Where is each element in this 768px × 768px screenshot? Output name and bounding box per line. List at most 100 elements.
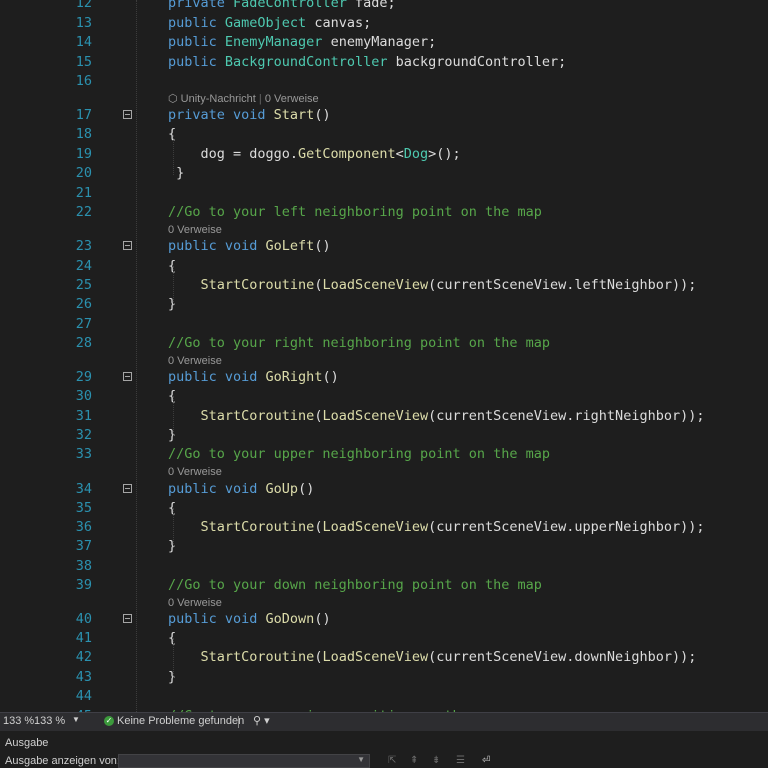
code-line[interactable]: 42 StartCoroutine(LoadSceneView(currentS… bbox=[0, 647, 768, 667]
toggle-word-wrap-icon[interactable]: ⏎ bbox=[482, 755, 490, 766]
code-text[interactable]: //Go to your right neighboring point on … bbox=[168, 333, 550, 353]
line-number: 16 bbox=[75, 73, 92, 89]
code-line[interactable]: 16 bbox=[0, 71, 768, 91]
code-line[interactable]: 13 public GameObject canvas; bbox=[0, 13, 768, 33]
next-message-icon[interactable]: ⇟ bbox=[432, 755, 440, 766]
code-line[interactable]: 37} bbox=[0, 536, 768, 556]
code-text[interactable]: private FadeController fade; bbox=[168, 0, 396, 13]
code-text[interactable]: StartCoroutine(LoadSceneView(currentScen… bbox=[168, 275, 697, 295]
code-line[interactable]: 24{ bbox=[0, 256, 768, 276]
collapse-block-icon[interactable] bbox=[123, 372, 132, 381]
code-line[interactable]: 20 } bbox=[0, 163, 768, 183]
code-line[interactable]: 41{ bbox=[0, 628, 768, 648]
zoom-level-left[interactable]: 133 % bbox=[3, 715, 34, 727]
show-output-from-label: Ausgabe anzeigen von: bbox=[5, 755, 120, 767]
output-source-select[interactable]: ▼ bbox=[118, 754, 370, 768]
code-text[interactable]: StartCoroutine(LoadSceneView(currentScen… bbox=[168, 406, 705, 426]
code-text[interactable]: public void GoUp() bbox=[168, 479, 314, 499]
code-text[interactable]: public void GoLeft() bbox=[168, 236, 331, 256]
issues-status[interactable]: Keine Probleme gefunden bbox=[117, 715, 244, 727]
code-line[interactable]: 44 bbox=[0, 686, 768, 706]
code-token: () bbox=[322, 369, 339, 385]
line-number: 34 bbox=[75, 481, 92, 497]
code-line[interactable]: 28 //Go to your right neighboring point o… bbox=[0, 333, 768, 353]
codelens-hint[interactable]: ⬡ Unity-Nachricht | 0 Verweise bbox=[168, 92, 319, 106]
code-token: fade; bbox=[346, 0, 396, 11]
code-line[interactable]: 26} bbox=[0, 294, 768, 314]
code-text[interactable]: //Go to your down neighboring point on t… bbox=[168, 575, 542, 595]
code-token: public bbox=[168, 15, 225, 31]
code-text[interactable]: StartCoroutine(LoadSceneView(currentScen… bbox=[168, 517, 705, 537]
code-line[interactable]: 14 public EnemyManager enemyManager; bbox=[0, 32, 768, 52]
code-text[interactable]: } bbox=[168, 163, 184, 183]
chevron-down-icon[interactable]: ▼ bbox=[357, 755, 365, 764]
references-link[interactable]: 0 Verweise bbox=[168, 597, 222, 609]
codelens-hint[interactable]: 0 Verweise bbox=[168, 465, 222, 479]
code-line[interactable]: 36 StartCoroutine(LoadSceneView(currentS… bbox=[0, 517, 768, 537]
references-link[interactable]: 0 Verweise bbox=[168, 224, 222, 236]
code-token: Start bbox=[273, 107, 315, 123]
code-line[interactable]: 38 bbox=[0, 556, 768, 576]
code-token: //Go to your right neighboring point on … bbox=[168, 335, 551, 351]
code-token: () bbox=[314, 611, 331, 627]
zoom-level-dropdown[interactable]: 133 % bbox=[34, 715, 65, 727]
code-line[interactable]: 15 public BackgroundController background… bbox=[0, 52, 768, 72]
indent-guide-goleft bbox=[173, 266, 174, 306]
code-line[interactable]: 40 public void GoDown() bbox=[0, 609, 768, 629]
code-text[interactable]: public GameObject canvas; bbox=[168, 13, 371, 33]
line-number: 27 bbox=[75, 316, 92, 332]
references-link[interactable]: 0 Verweise bbox=[168, 355, 222, 367]
codelens-hint[interactable]: 0 Verweise bbox=[168, 223, 222, 237]
previous-message-icon[interactable]: ⇞ bbox=[410, 755, 418, 766]
code-line[interactable]: 17 private void Start() bbox=[0, 105, 768, 125]
code-line[interactable]: 19 dog = doggo.GetComponent<Dog>(); bbox=[0, 144, 768, 164]
code-token: LoadSceneView bbox=[322, 649, 429, 665]
code-token: void bbox=[233, 107, 274, 123]
code-text[interactable]: //Go to your left neighboring point on t… bbox=[168, 202, 542, 222]
code-token: backgroundController; bbox=[387, 54, 567, 70]
code-text[interactable]: //Go to your upper neighboring point on … bbox=[168, 444, 550, 464]
collapse-block-icon[interactable] bbox=[123, 484, 132, 493]
code-line[interactable]: 35{ bbox=[0, 498, 768, 518]
collapse-block-icon[interactable] bbox=[123, 614, 132, 623]
collapse-block-icon[interactable] bbox=[123, 110, 132, 119]
code-token: Dog bbox=[403, 146, 429, 162]
code-line[interactable]: 43} bbox=[0, 667, 768, 687]
references-link[interactable]: 0 Verweise bbox=[265, 93, 319, 105]
clear-all-icon[interactable]: ☰ bbox=[456, 755, 465, 766]
collapse-block-icon[interactable] bbox=[123, 241, 132, 250]
code-text[interactable]: public BackgroundController backgroundCo… bbox=[168, 52, 566, 72]
unity-message-link[interactable]: Unity-Nachricht bbox=[181, 93, 256, 105]
find-message-icon[interactable]: ⇱ bbox=[388, 755, 396, 766]
codelens-hint[interactable]: 0 Verweise bbox=[168, 354, 222, 368]
code-text[interactable]: public void GoRight() bbox=[168, 367, 339, 387]
code-line[interactable]: 30{ bbox=[0, 386, 768, 406]
codelens-hint[interactable]: 0 Verweise bbox=[168, 596, 222, 610]
chevron-down-icon[interactable]: ▼ bbox=[72, 715, 80, 724]
code-line[interactable]: 23 public void GoLeft() bbox=[0, 236, 768, 256]
status-divider bbox=[238, 716, 239, 728]
code-line[interactable]: 27 bbox=[0, 314, 768, 334]
code-line[interactable]: 33 //Go to your upper neighboring point o… bbox=[0, 444, 768, 464]
code-text[interactable]: public void GoDown() bbox=[168, 609, 331, 629]
code-line[interactable]: 12 private FadeController fade; bbox=[0, 0, 768, 13]
line-number: 12 bbox=[75, 0, 92, 11]
fold-guide-line bbox=[136, 0, 137, 712]
code-line[interactable]: 18{ bbox=[0, 124, 768, 144]
code-text[interactable]: public EnemyManager enemyManager; bbox=[168, 32, 436, 52]
code-line[interactable]: 25 StartCoroutine(LoadSceneView(currentS… bbox=[0, 275, 768, 295]
code-line[interactable]: 34 public void GoUp() bbox=[0, 479, 768, 499]
code-text[interactable]: dog = doggo.GetComponent<Dog>(); bbox=[168, 144, 461, 164]
code-text[interactable]: private void Start() bbox=[168, 105, 331, 125]
code-line[interactable]: 29 public void GoRight() bbox=[0, 367, 768, 387]
code-text[interactable]: StartCoroutine(LoadSceneView(currentScen… bbox=[168, 647, 697, 667]
code-line[interactable]: 32} bbox=[0, 425, 768, 445]
code-line[interactable]: 21 bbox=[0, 183, 768, 203]
code-cleanup-icon[interactable]: ⚲ ▾ bbox=[253, 714, 270, 727]
code-line[interactable]: 39 //Go to your down neighboring point on… bbox=[0, 575, 768, 595]
code-line[interactable]: 31 StartCoroutine(LoadSceneView(currentS… bbox=[0, 406, 768, 426]
code-editor[interactable]: 12 private FadeController fade; 13 public G… bbox=[0, 0, 768, 712]
code-line[interactable]: 22 //Go to your left neighboring point on… bbox=[0, 202, 768, 222]
check-circle-icon: ✓ bbox=[104, 716, 114, 726]
references-link[interactable]: 0 Verweise bbox=[168, 466, 222, 478]
